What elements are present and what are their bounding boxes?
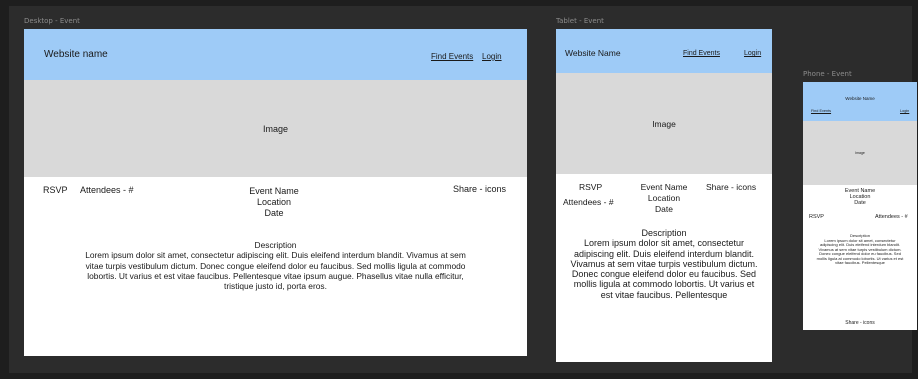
phone-attendees-count: Attendees - #: [875, 214, 908, 220]
tablet-frame: Website Name Find Events Login Image RSV…: [556, 29, 772, 362]
desktop-image-label: Image: [262, 123, 288, 134]
phone-hero-image: Image: [803, 121, 917, 185]
desktop-rsvp-button[interactable]: RSVP: [43, 185, 68, 195]
phone-event-info: Event Name Location Date: [833, 188, 887, 207]
tablet-description-title: Description: [641, 228, 687, 238]
tablet-frame-label: Tablet - Event: [556, 17, 604, 25]
tablet-event-location: Location: [647, 193, 681, 203]
tablet-header: Website Name Find Events Login: [556, 29, 772, 73]
phone-description: Description Lorem ipsum dolor sit amet, …: [815, 233, 905, 266]
tablet-hero-image: Image: [556, 73, 772, 174]
desktop-description-body: Lorem ipsum dolor sit amet, consectetur …: [85, 250, 466, 292]
tablet-find-events-link[interactable]: Find Events: [683, 50, 720, 57]
desktop-frame-label: Desktop - Event: [24, 17, 80, 25]
phone-image-label: Image: [855, 151, 865, 155]
phone-share-icons[interactable]: Share - icons: [803, 320, 917, 326]
desktop-hero-image: Image: [24, 80, 527, 177]
desktop-frame: Website name Find Events Login Image RSV…: [24, 29, 527, 356]
tablet-description: Description Lorem ipsum dolor sit amet, …: [570, 228, 758, 300]
phone-rsvp-button[interactable]: RSVP: [809, 214, 824, 220]
tablet-attendees-count: Attendees - #: [563, 197, 614, 207]
phone-frame: Website Name Find Events Login Image Eve…: [803, 82, 917, 330]
desktop-login-link[interactable]: Login: [482, 52, 502, 61]
phone-event-date: Date: [854, 200, 866, 207]
desktop-description: Description Lorem ipsum dolor sit amet, …: [82, 240, 469, 291]
phone-site-name[interactable]: Website Name: [803, 96, 917, 101]
tablet-image-label: Image: [652, 118, 676, 129]
desktop-event-date: Date: [264, 208, 284, 218]
desktop-header: Website name Find Events Login: [24, 29, 527, 80]
desktop-event-name: Event Name: [249, 186, 299, 196]
tablet-rsvp-button[interactable]: RSVP: [579, 182, 602, 192]
desktop-share-icons[interactable]: Share - icons: [453, 184, 506, 194]
tablet-event-info: Event Name Location Date: [634, 182, 694, 215]
tablet-description-body: Lorem ipsum dolor sit amet, consectetur …: [570, 238, 758, 300]
desktop-site-name[interactable]: Website name: [44, 49, 108, 60]
desktop-find-events-link[interactable]: Find Events: [431, 52, 473, 61]
desktop-event-info: Event Name Location Date: [224, 186, 324, 219]
tablet-login-link[interactable]: Login: [744, 50, 761, 57]
tablet-event-name: Event Name: [640, 182, 688, 192]
desktop-event-location: Location: [256, 197, 292, 207]
phone-header: Website Name Find Events Login: [803, 82, 917, 121]
phone-find-events-link[interactable]: Find Events: [811, 109, 831, 113]
tablet-event-date: Date: [655, 204, 673, 214]
desktop-description-title: Description: [254, 240, 297, 250]
tablet-share-icons[interactable]: Share - icons: [706, 182, 756, 192]
tablet-site-name[interactable]: Website Name: [565, 48, 621, 58]
phone-login-link[interactable]: Login: [900, 109, 909, 113]
phone-frame-label: Phone - Event: [803, 70, 852, 78]
phone-description-body: Lorem ipsum dolor sit amet, consectetur …: [816, 237, 904, 265]
desktop-attendees-count: Attendees - #: [80, 185, 134, 195]
